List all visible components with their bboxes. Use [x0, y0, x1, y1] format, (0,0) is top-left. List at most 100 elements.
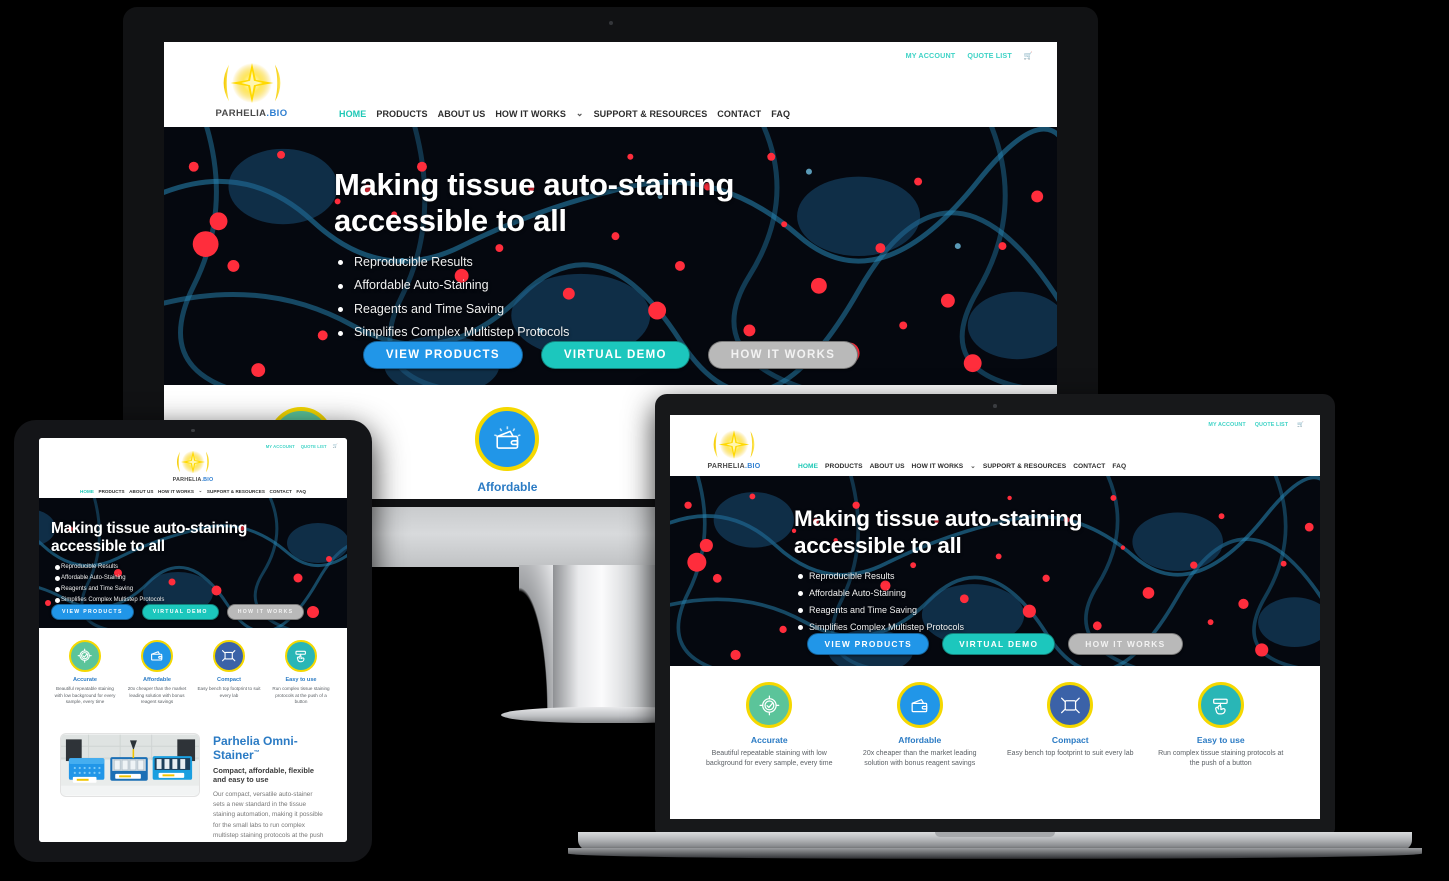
nav-item-home[interactable]: HOME — [80, 489, 94, 494]
hero-bullet: Reproducible Results — [51, 562, 347, 573]
hero-headline: Making tissue auto-staining accessible t… — [794, 506, 1139, 558]
wallet-icon — [475, 407, 540, 471]
hero-bullet: Reagents and Time Saving — [334, 298, 1057, 322]
nav-item-faq[interactable]: FAQ — [296, 489, 306, 494]
main-nav: PARHELIA.BIO HOME PRODUCTS ABOUT US HOW … — [39, 449, 347, 498]
utility-link-my-account[interactable]: MY ACCOUNT — [266, 444, 295, 449]
hero-bullet: Reagents and Time Saving — [794, 602, 1320, 619]
feature-title: Accurate — [73, 677, 97, 683]
how-it-works-button[interactable]: HOW IT WORKS — [707, 341, 859, 369]
hero-cta-row: VIEW PRODUCTS VIRTUAL DEMO HOW IT WORKS — [670, 633, 1320, 655]
omni-stainer-instrument-photo — [61, 734, 199, 796]
parhelia-sundog-logo-icon — [164, 449, 222, 475]
hero-headline: Making tissue auto-staining accessible t… — [51, 520, 271, 556]
hand-press-button-icon — [285, 640, 317, 672]
nav-item-home[interactable]: HOME — [339, 109, 366, 119]
hero-bullet: Reagents and Time Saving — [51, 584, 347, 595]
hero-section: Making tissue auto-staining accessible t… — [39, 498, 347, 628]
feature-desc: Easy bench top footprint to suit every l… — [1007, 750, 1134, 757]
virtual-demo-button[interactable]: VIRTUAL DEMO — [141, 604, 219, 620]
hero-bullet-list: Reproducible Results Affordable Auto-Sta… — [794, 568, 1320, 636]
utility-link-my-account[interactable]: MY ACCOUNT — [906, 51, 956, 60]
device-laptop: MY ACCOUNT QUOTE LIST 🛒 PARHELIA.BIO HOM… — [568, 394, 1422, 864]
nav-item-contact[interactable]: CONTACT — [1073, 463, 1105, 470]
nav-item-products[interactable]: PRODUCTS — [98, 489, 124, 494]
feature-desc: 20x cheaper than the market leading solu… — [127, 686, 187, 705]
device-tablet: MY ACCOUNT QUOTE LIST 🛒 PARHELIA.BIO HOM… — [14, 420, 372, 862]
hero-bullet: Affordable Auto-Staining — [334, 274, 1057, 298]
product-subtitle: Compact, affordable, flexible and easy t… — [213, 765, 315, 784]
utility-bar: MY ACCOUNT QUOTE LIST 🛒 — [164, 42, 1057, 60]
hero-bullet-list: Reproducible Results Affordable Auto-Sta… — [51, 562, 347, 606]
feature-desc: Beautiful repeatable staining with low b… — [54, 686, 116, 705]
chevron-down-icon[interactable]: ⌄ — [970, 462, 976, 470]
shopping-cart-icon[interactable]: 🛒 — [1024, 51, 1033, 60]
virtual-demo-button[interactable]: VIRTUAL DEMO — [942, 633, 1056, 655]
nav-menu: HOME PRODUCTS ABOUT US HOW IT WORKS ⌄ SU… — [339, 108, 1057, 119]
target-checkmark-icon — [746, 682, 793, 728]
nav-item-faq[interactable]: FAQ — [771, 109, 790, 119]
hero-cta-row: VIEW PRODUCTS VIRTUAL DEMO HOW IT WORKS — [164, 341, 1057, 369]
nav-item-contact[interactable]: CONTACT — [717, 109, 761, 119]
brand-logo-block[interactable]: PARHELIA.BIO — [670, 428, 798, 470]
nav-item-faq[interactable]: FAQ — [1112, 463, 1126, 470]
feature-easy-to-use: Easy to use Run complex tissue staining … — [265, 640, 337, 706]
brand-logo-block[interactable]: PARHELIA.BIO — [164, 60, 339, 119]
nav-item-support-resources[interactable]: SUPPORT & RESOURCES — [207, 489, 265, 494]
feature-title: Easy to use — [285, 677, 317, 683]
product-title: Parhelia Omni-Stainer™ — [213, 733, 298, 762]
utility-link-quote-list[interactable]: QUOTE LIST — [967, 51, 1012, 60]
nav-item-support-resources[interactable]: SUPPORT & RESOURCES — [983, 463, 1066, 470]
feature-accurate: Accurate Beautiful repeatable staining w… — [694, 682, 845, 769]
how-it-works-button[interactable]: HOW IT WORKS — [1068, 633, 1183, 655]
feature-affordable: Affordable 20x cheaper than the market l… — [121, 640, 193, 706]
hero-headline-line2: accessible to all — [334, 203, 567, 238]
view-products-button[interactable]: VIEW PRODUCTS — [807, 633, 930, 655]
main-nav: PARHELIA.BIO HOME PRODUCTS ABOUT US HOW … — [670, 428, 1320, 476]
hero-section: Making tissue auto-staining accessible t… — [164, 127, 1057, 385]
website-tablet: MY ACCOUNT QUOTE LIST 🛒 PARHELIA.BIO HOM… — [39, 438, 347, 842]
utility-link-quote-list[interactable]: QUOTE LIST — [301, 444, 327, 449]
feature-compact: Compact Easy bench top footprint to suit… — [193, 640, 265, 706]
hero-section: Making tissue auto-staining accessible t… — [670, 476, 1320, 666]
hero-headline-line2: accessible to all — [51, 538, 165, 555]
virtual-demo-button[interactable]: VIRTUAL DEMO — [540, 341, 690, 369]
nav-item-support-resources[interactable]: SUPPORT & RESOURCES — [594, 109, 708, 119]
nav-item-products[interactable]: PRODUCTS — [376, 109, 427, 119]
product-highlight-section: Parhelia Omni-Stainer™ Compact, affordab… — [39, 728, 347, 842]
laptop-camera-icon — [993, 404, 997, 408]
hero-bullet: Reproducible Results — [334, 251, 1057, 275]
how-it-works-button[interactable]: HOW IT WORKS — [226, 604, 305, 620]
feature-desc: Beautiful repeatable staining with low b… — [706, 750, 833, 768]
chevron-down-icon[interactable]: ⌄ — [576, 108, 584, 119]
parhelia-sundog-logo-icon — [701, 428, 767, 461]
feature-desc: Run complex tissue staining protocols at… — [272, 686, 330, 705]
view-products-button[interactable]: VIEW PRODUCTS — [362, 341, 523, 369]
nav-item-about-us[interactable]: ABOUT US — [870, 463, 905, 470]
chevron-down-icon[interactable]: ⌄ — [199, 488, 203, 494]
nav-item-about-us[interactable]: ABOUT US — [129, 489, 153, 494]
hero-bullet: Reproducible Results — [794, 568, 1320, 585]
main-nav: PARHELIA.BIO HOME PRODUCTS ABOUT US HOW … — [164, 60, 1057, 127]
nav-item-how-it-works[interactable]: HOW IT WORKS — [912, 463, 964, 470]
brand-logo-block[interactable]: PARHELIA.BIO — [39, 449, 347, 483]
feature-title: Accurate — [750, 735, 788, 745]
nav-item-home[interactable]: HOME — [798, 463, 818, 470]
nav-item-contact[interactable]: CONTACT — [269, 489, 291, 494]
compact-arrows-icon — [213, 640, 245, 672]
nav-item-how-it-works[interactable]: HOW IT WORKS — [158, 489, 194, 494]
utility-bar: MY ACCOUNT QUOTE LIST 🛒 — [670, 415, 1320, 428]
hero-headline-line1: Making tissue auto-staining — [794, 506, 1083, 532]
nav-item-how-it-works[interactable]: HOW IT WORKS — [495, 109, 566, 119]
feature-compact: Compact Easy bench top footprint to suit… — [995, 682, 1146, 769]
nav-item-about-us[interactable]: ABOUT US — [438, 109, 486, 119]
feature-affordable: Affordable 20x cheaper than the market l… — [845, 682, 996, 769]
trademark-symbol: ™ — [253, 749, 260, 756]
nav-item-products[interactable]: PRODUCTS — [825, 463, 863, 470]
utility-bar: MY ACCOUNT QUOTE LIST 🛒 — [39, 438, 347, 449]
website-laptop: MY ACCOUNT QUOTE LIST 🛒 PARHELIA.BIO HOM… — [670, 415, 1320, 819]
wallet-icon — [141, 640, 173, 672]
hero-bullet: Affordable Auto-Staining — [51, 573, 347, 584]
feature-desc: Easy bench top footprint to suit every l… — [197, 686, 261, 698]
view-products-button[interactable]: VIEW PRODUCTS — [51, 604, 134, 620]
